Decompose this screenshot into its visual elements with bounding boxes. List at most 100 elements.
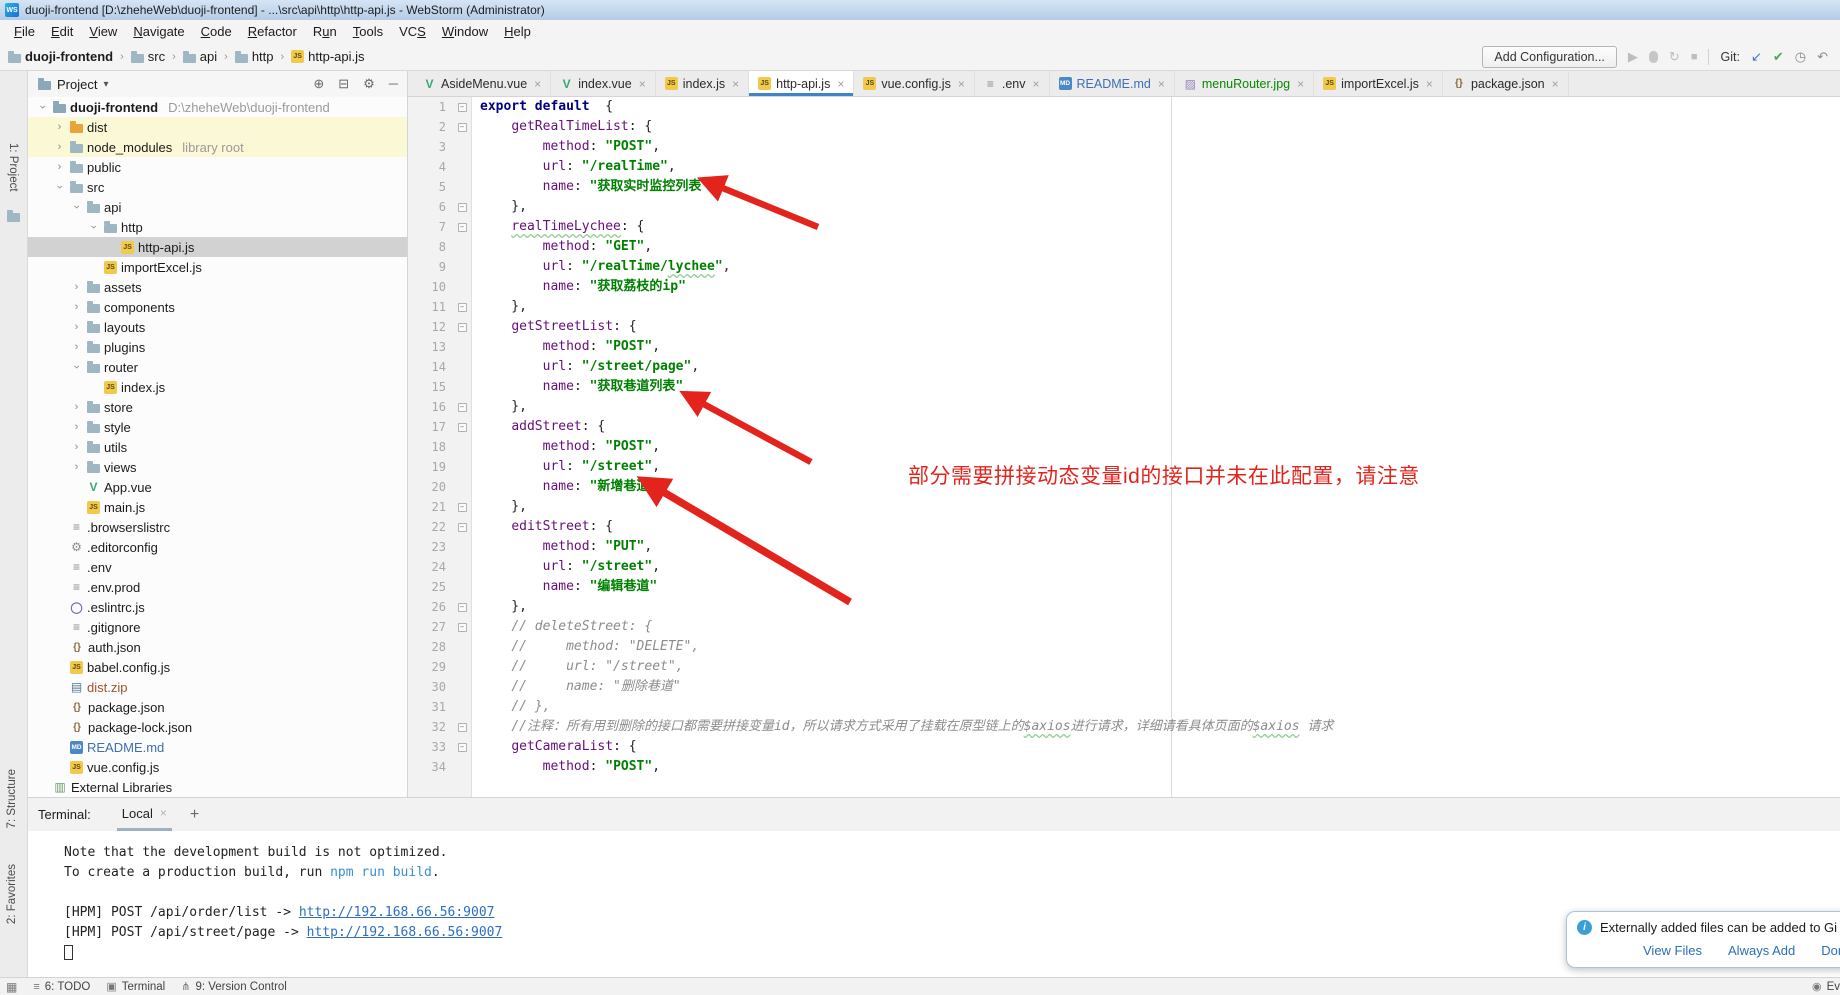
tree-row[interactable]: JSindex.js — [28, 377, 407, 397]
chevron-down-icon[interactable]: ▾ — [103, 79, 108, 90]
chevron-right-icon[interactable]: › — [53, 121, 66, 133]
breadcrumb-item[interactable]: src — [131, 49, 165, 64]
breadcrumb-item[interactable]: api — [183, 49, 217, 64]
breadcrumb-item[interactable]: http — [235, 49, 274, 64]
fold-marker[interactable]: − — [452, 217, 472, 237]
tool-window-switcher-icon[interactable]: ▦ — [6, 980, 17, 994]
close-tab-icon[interactable]: × — [1552, 77, 1559, 91]
locate-file-icon[interactable]: ⊕ — [313, 76, 324, 92]
close-tab-icon[interactable]: × — [1158, 77, 1165, 91]
tree-row[interactable]: ›components — [28, 297, 407, 317]
menu-vcs[interactable]: VCS — [391, 22, 434, 41]
fold-marker[interactable]: − — [452, 417, 472, 437]
close-tab-icon[interactable]: × — [732, 77, 739, 91]
chevron-right-icon[interactable]: › — [53, 161, 66, 173]
hide-panel-icon[interactable]: ─ — [389, 76, 398, 92]
fold-marker[interactable]: − — [452, 597, 472, 617]
menu-file[interactable]: File — [6, 22, 43, 41]
tree-row[interactable]: ›api — [28, 197, 407, 217]
menu-run[interactable]: Run — [305, 22, 345, 41]
tree-row[interactable]: ›node_moduleslibrary root — [28, 137, 407, 157]
rollback-icon[interactable]: ↶ — [1817, 49, 1828, 65]
stop-icon[interactable]: ■ — [1691, 51, 1698, 63]
tree-row[interactable]: ›layouts — [28, 317, 407, 337]
chevron-right-icon[interactable]: › — [70, 281, 83, 293]
tree-row[interactable]: ⚙.editorconfig — [28, 537, 407, 557]
terminal-link[interactable]: http://192.168.66.56:9007 — [299, 905, 495, 920]
tree-row[interactable]: ›dist — [28, 117, 407, 137]
fold-marker[interactable]: − — [452, 617, 472, 637]
tree-row[interactable]: ▥External Libraries — [28, 777, 407, 797]
close-tab-icon[interactable]: × — [1032, 77, 1039, 91]
menu-view[interactable]: View — [81, 22, 125, 41]
menu-edit[interactable]: Edit — [43, 22, 81, 41]
menu-refactor[interactable]: Refactor — [240, 22, 305, 41]
editor-tab[interactable]: ≡.env× — [975, 71, 1050, 96]
chevron-right-icon[interactable]: › — [70, 301, 83, 313]
add-configuration-button[interactable]: Add Configuration... — [1482, 46, 1617, 68]
tree-row[interactable]: ›duoji-frontendD:\zheheWeb\duoji-fronten… — [28, 97, 407, 117]
terminal-tab-local[interactable]: Local × — [117, 798, 172, 831]
tree-row[interactable]: ›src — [28, 177, 407, 197]
status-bar-item[interactable]: ▣Terminal — [106, 980, 165, 993]
tree-row[interactable]: ›utils — [28, 437, 407, 457]
menu-tools[interactable]: Tools — [345, 22, 391, 41]
tree-row[interactable]: {}package.json — [28, 697, 407, 717]
terminal-link[interactable]: http://192.168.66.56:9007 — [307, 925, 503, 940]
chevron-right-icon[interactable]: › — [70, 441, 83, 453]
tree-row[interactable]: ≡.browserslistrc — [28, 517, 407, 537]
tree-row[interactable]: ›plugins — [28, 337, 407, 357]
chevron-right-icon[interactable]: › — [70, 321, 83, 333]
run-icon[interactable]: ▶ — [1628, 49, 1638, 65]
close-tab-icon[interactable]: × — [837, 77, 844, 91]
menu-help[interactable]: Help — [496, 22, 539, 41]
tree-row[interactable]: ›store — [28, 397, 407, 417]
chevron-right-icon[interactable]: › — [70, 401, 83, 413]
sidebar-item-favorites[interactable]: 2: Favorites — [6, 864, 18, 924]
tree-row[interactable]: MDREADME.md — [28, 737, 407, 757]
close-tab-icon[interactable]: × — [1297, 77, 1304, 91]
close-tab-icon[interactable]: × — [534, 77, 541, 91]
tree-row[interactable]: ▤dist.zip — [28, 677, 407, 697]
menu-window[interactable]: Window — [434, 22, 496, 41]
close-tab-icon[interactable]: × — [1426, 77, 1433, 91]
editor-tab[interactable]: JShttp-api.js× — [749, 71, 854, 96]
menu-code[interactable]: Code — [193, 22, 240, 41]
fold-marker[interactable]: − — [452, 197, 472, 217]
notification-link[interactable]: View Files — [1643, 943, 1702, 958]
chevron-down-icon[interactable]: › — [54, 181, 66, 194]
tree-row[interactable]: ›http — [28, 217, 407, 237]
git-commit-icon[interactable]: ✔ — [1773, 49, 1784, 65]
tree-row[interactable]: ›assets — [28, 277, 407, 297]
tree-row[interactable]: ›views — [28, 457, 407, 477]
event-log-label[interactable]: Ev — [1827, 981, 1840, 993]
tree-row[interactable]: ◯.eslintrc.js — [28, 597, 407, 617]
chevron-right-icon[interactable]: › — [53, 141, 66, 153]
chevron-down-icon[interactable]: › — [71, 201, 83, 214]
fold-marker[interactable]: − — [452, 737, 472, 757]
debug-icon[interactable] — [1649, 51, 1658, 63]
tree-row[interactable]: ≡.env — [28, 557, 407, 577]
notification-link[interactable]: Always Add — [1728, 943, 1795, 958]
event-log-icon[interactable]: ◉ — [1812, 980, 1822, 993]
fold-marker[interactable]: − — [452, 317, 472, 337]
breadcrumb-item[interactable]: JShttp-api.js — [291, 49, 364, 64]
collapse-all-icon[interactable]: ⊟ — [338, 76, 349, 92]
tree-row[interactable]: JShttp-api.js — [28, 237, 407, 257]
fold-marker[interactable]: − — [452, 497, 472, 517]
editor-tab[interactable]: ▨menuRouter.jpg× — [1175, 71, 1314, 96]
notification-link[interactable]: Don't Ask Agai — [1821, 943, 1840, 958]
tree-row[interactable]: VApp.vue — [28, 477, 407, 497]
editor-tab[interactable]: JSimportExcel.js× — [1314, 71, 1443, 96]
tree-row[interactable]: {}package-lock.json — [28, 717, 407, 737]
history-icon[interactable]: ◷ — [1795, 49, 1806, 65]
fold-marker[interactable]: − — [452, 297, 472, 317]
close-tab-icon[interactable]: × — [639, 77, 646, 91]
fold-marker[interactable]: − — [452, 717, 472, 737]
editor-tab[interactable]: {}package.json× — [1443, 71, 1569, 96]
editor-tab[interactable]: JSindex.js× — [656, 71, 749, 96]
chevron-right-icon[interactable]: › — [70, 421, 83, 433]
status-bar-item[interactable]: ≡6: TODO — [33, 980, 90, 993]
menu-navigate[interactable]: Navigate — [125, 22, 192, 41]
git-update-icon[interactable]: ↙ — [1751, 49, 1762, 65]
